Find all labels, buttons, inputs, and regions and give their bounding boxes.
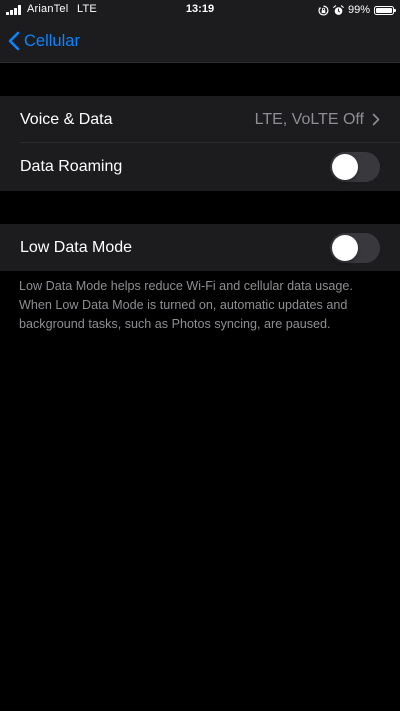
battery-percent: 99% [347,4,370,16]
data-roaming-row: Data Roaming [0,143,400,190]
low-data-mode-description: Low Data Mode helps reduce Wi-Fi and cel… [19,279,353,331]
status-bar: ArianTel LTE 13:19 99% [0,0,400,20]
alarm-icon [333,4,344,15]
voice-data-label: Voice & Data [20,110,113,128]
cellular-options-group: Voice & Data LTE, VoLTE Off Data Roaming [0,96,400,191]
status-icons: 99% [318,3,396,17]
navigation-bar: Cellular [0,20,400,63]
low-data-mode-toggle[interactable] [330,232,380,263]
chevron-right-icon [372,113,380,126]
low-data-mode-group: Low Data Mode [0,224,400,271]
toggle-knob [332,153,358,180]
battery-icon [374,5,396,15]
toggle-knob [332,234,358,261]
voice-data-row[interactable]: Voice & Data LTE, VoLTE Off [0,96,400,143]
low-data-mode-row: Low Data Mode [0,224,400,271]
cellular-settings-screen: ArianTel LTE 13:19 99% Cellular Voice & … [0,0,400,711]
data-roaming-toggle[interactable] [330,151,380,182]
chevron-left-icon [8,31,20,51]
voice-data-value: LTE, VoLTE Off [254,110,364,128]
back-button-label: Cellular [24,31,80,50]
data-roaming-label: Data Roaming [20,157,123,175]
low-data-mode-label: Low Data Mode [20,238,133,256]
back-button[interactable]: Cellular [8,28,80,54]
rotation-lock-icon [318,5,329,15]
